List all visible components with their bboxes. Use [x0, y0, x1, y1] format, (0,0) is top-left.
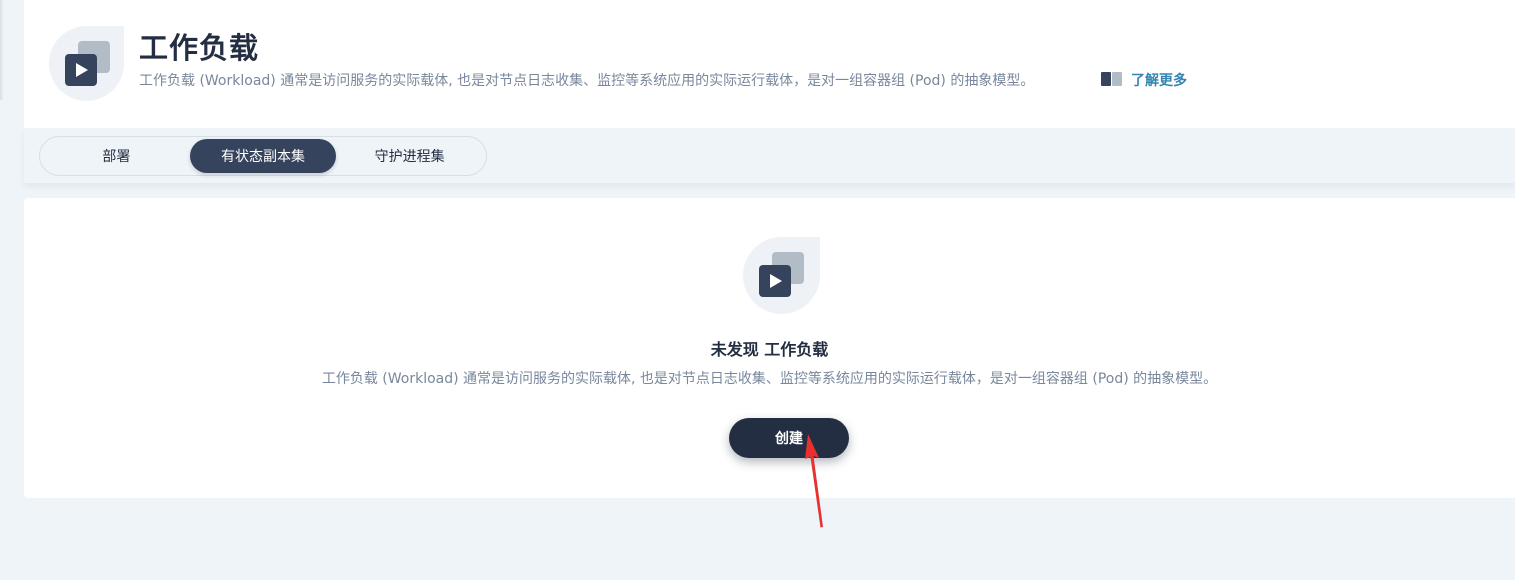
learn-more-link[interactable]: 了解更多 — [1101, 70, 1187, 92]
workload-type-tabs: 部署 有状态副本集 守护进程集 — [39, 136, 487, 176]
workload-icon — [49, 26, 124, 101]
page-description: 工作负载 (Workload) 通常是访问服务的实际载体, 也是对节点日志收集、… — [139, 73, 1035, 89]
empty-state-description: 工作负载 (Workload) 通常是访问服务的实际载体, 也是对节点日志收集、… — [321, 371, 1218, 387]
empty-state-card: 未发现 工作负载 工作负载 (Workload) 通常是访问服务的实际载体, 也… — [24, 198, 1515, 498]
left-edge-shadow — [0, 0, 4, 100]
book-icon — [1101, 71, 1123, 91]
tab-deployments[interactable]: 部署 — [43, 139, 190, 173]
page-title: 工作负载 — [139, 31, 260, 65]
create-button[interactable]: 创建 — [729, 418, 849, 458]
page-header: 工作负载 工作负载 (Workload) 通常是访问服务的实际载体, 也是对节点… — [24, 0, 1515, 128]
tab-statefulsets[interactable]: 有状态副本集 — [189, 139, 337, 173]
learn-more-label: 了解更多 — [1131, 73, 1187, 89]
empty-state-title: 未发现 工作负载 — [710, 340, 829, 359]
tab-daemonsets[interactable]: 守护进程集 — [336, 139, 483, 173]
tab-bar: 部署 有状态副本集 守护进程集 — [24, 128, 1515, 183]
workload-icon — [743, 237, 820, 314]
